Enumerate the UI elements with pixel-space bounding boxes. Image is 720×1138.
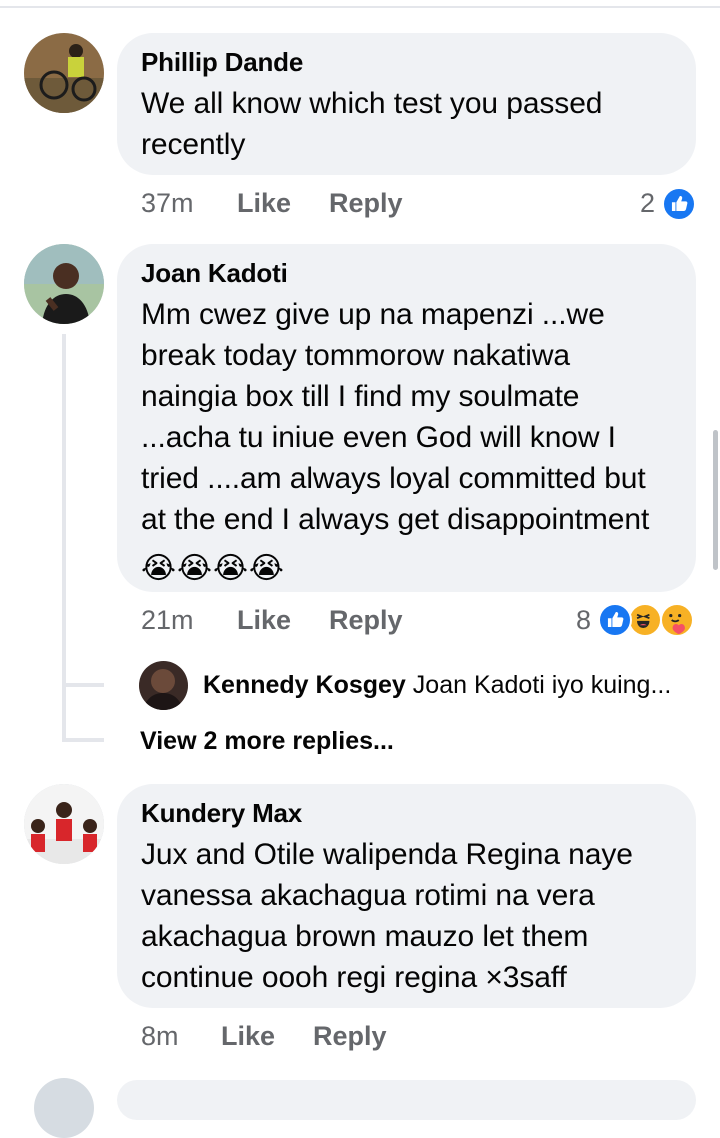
- reaction-count[interactable]: 2: [640, 188, 655, 219]
- crying-emoji: 😭: [248, 552, 284, 585]
- comment-actions: 8m Like Reply: [141, 1021, 701, 1055]
- haha-icon: [628, 603, 662, 637]
- comment-text: We all know which test you passed recent…: [141, 87, 603, 161]
- thread-branch: [62, 683, 104, 687]
- crying-emoji: 😭: [141, 552, 176, 585]
- comment-author[interactable]: Kundery Max: [141, 798, 672, 828]
- like-button[interactable]: Like: [237, 605, 291, 636]
- comment-time[interactable]: 21m: [141, 605, 194, 636]
- care-icon: [660, 603, 694, 637]
- thread-line: [62, 334, 66, 742]
- crying-emoji: 😭: [212, 552, 248, 585]
- avatar-kundery-max[interactable]: [24, 784, 104, 864]
- like-icon: [598, 603, 632, 637]
- comment-bubble: Joan Kadoti Mm cwez give up na mapenzi .…: [117, 244, 696, 592]
- comment-bubble: Phillip Dande We all know which test you…: [117, 33, 696, 175]
- like-icon: [662, 187, 696, 221]
- avatar-phillip-dande[interactable]: [24, 33, 104, 113]
- comment-author[interactable]: Phillip Dande: [141, 47, 672, 77]
- comment-actions: 37m Like Reply: [141, 188, 701, 222]
- like-button[interactable]: Like: [221, 1021, 275, 1052]
- comment-body: Mm cwez give up na mapenzi ...we break t…: [141, 298, 650, 536]
- scrollbar-thumb[interactable]: [713, 430, 718, 570]
- comment-bubble: Kundery Max Jux and Otile walipenda Regi…: [117, 784, 696, 1008]
- comment-author[interactable]: Joan Kadoti: [141, 258, 672, 288]
- comment-bubble: [117, 1080, 696, 1120]
- comment-text: Jux and Otile walipenda Regina naye vane…: [141, 838, 633, 994]
- top-divider: [0, 6, 720, 8]
- avatar-joan-kadoti[interactable]: [24, 244, 104, 324]
- avatar-kennedy-kosgey[interactable]: [139, 661, 188, 710]
- reply-button[interactable]: Reply: [329, 188, 403, 219]
- thread-branch: [62, 738, 104, 742]
- reply-author[interactable]: Kennedy Kosgey: [203, 671, 406, 699]
- comment-time[interactable]: 37m: [141, 188, 194, 219]
- reply-preview[interactable]: Kennedy Kosgey Joan Kadoti iyo kuing...: [203, 671, 703, 700]
- like-button[interactable]: Like: [237, 188, 291, 219]
- comment-time[interactable]: 8m: [141, 1021, 179, 1052]
- reply-button[interactable]: Reply: [329, 605, 403, 636]
- view-more-replies-link[interactable]: View 2 more replies...: [140, 727, 394, 756]
- comment-text: Mm cwez give up na mapenzi ...we break t…: [141, 294, 672, 589]
- reply-text: Joan Kadoti iyo kuing...: [412, 671, 672, 699]
- reaction-count[interactable]: 8: [576, 605, 591, 636]
- reply-button[interactable]: Reply: [313, 1021, 387, 1052]
- crying-emoji: 😭: [176, 552, 212, 585]
- avatar-next-comment[interactable]: [34, 1078, 94, 1138]
